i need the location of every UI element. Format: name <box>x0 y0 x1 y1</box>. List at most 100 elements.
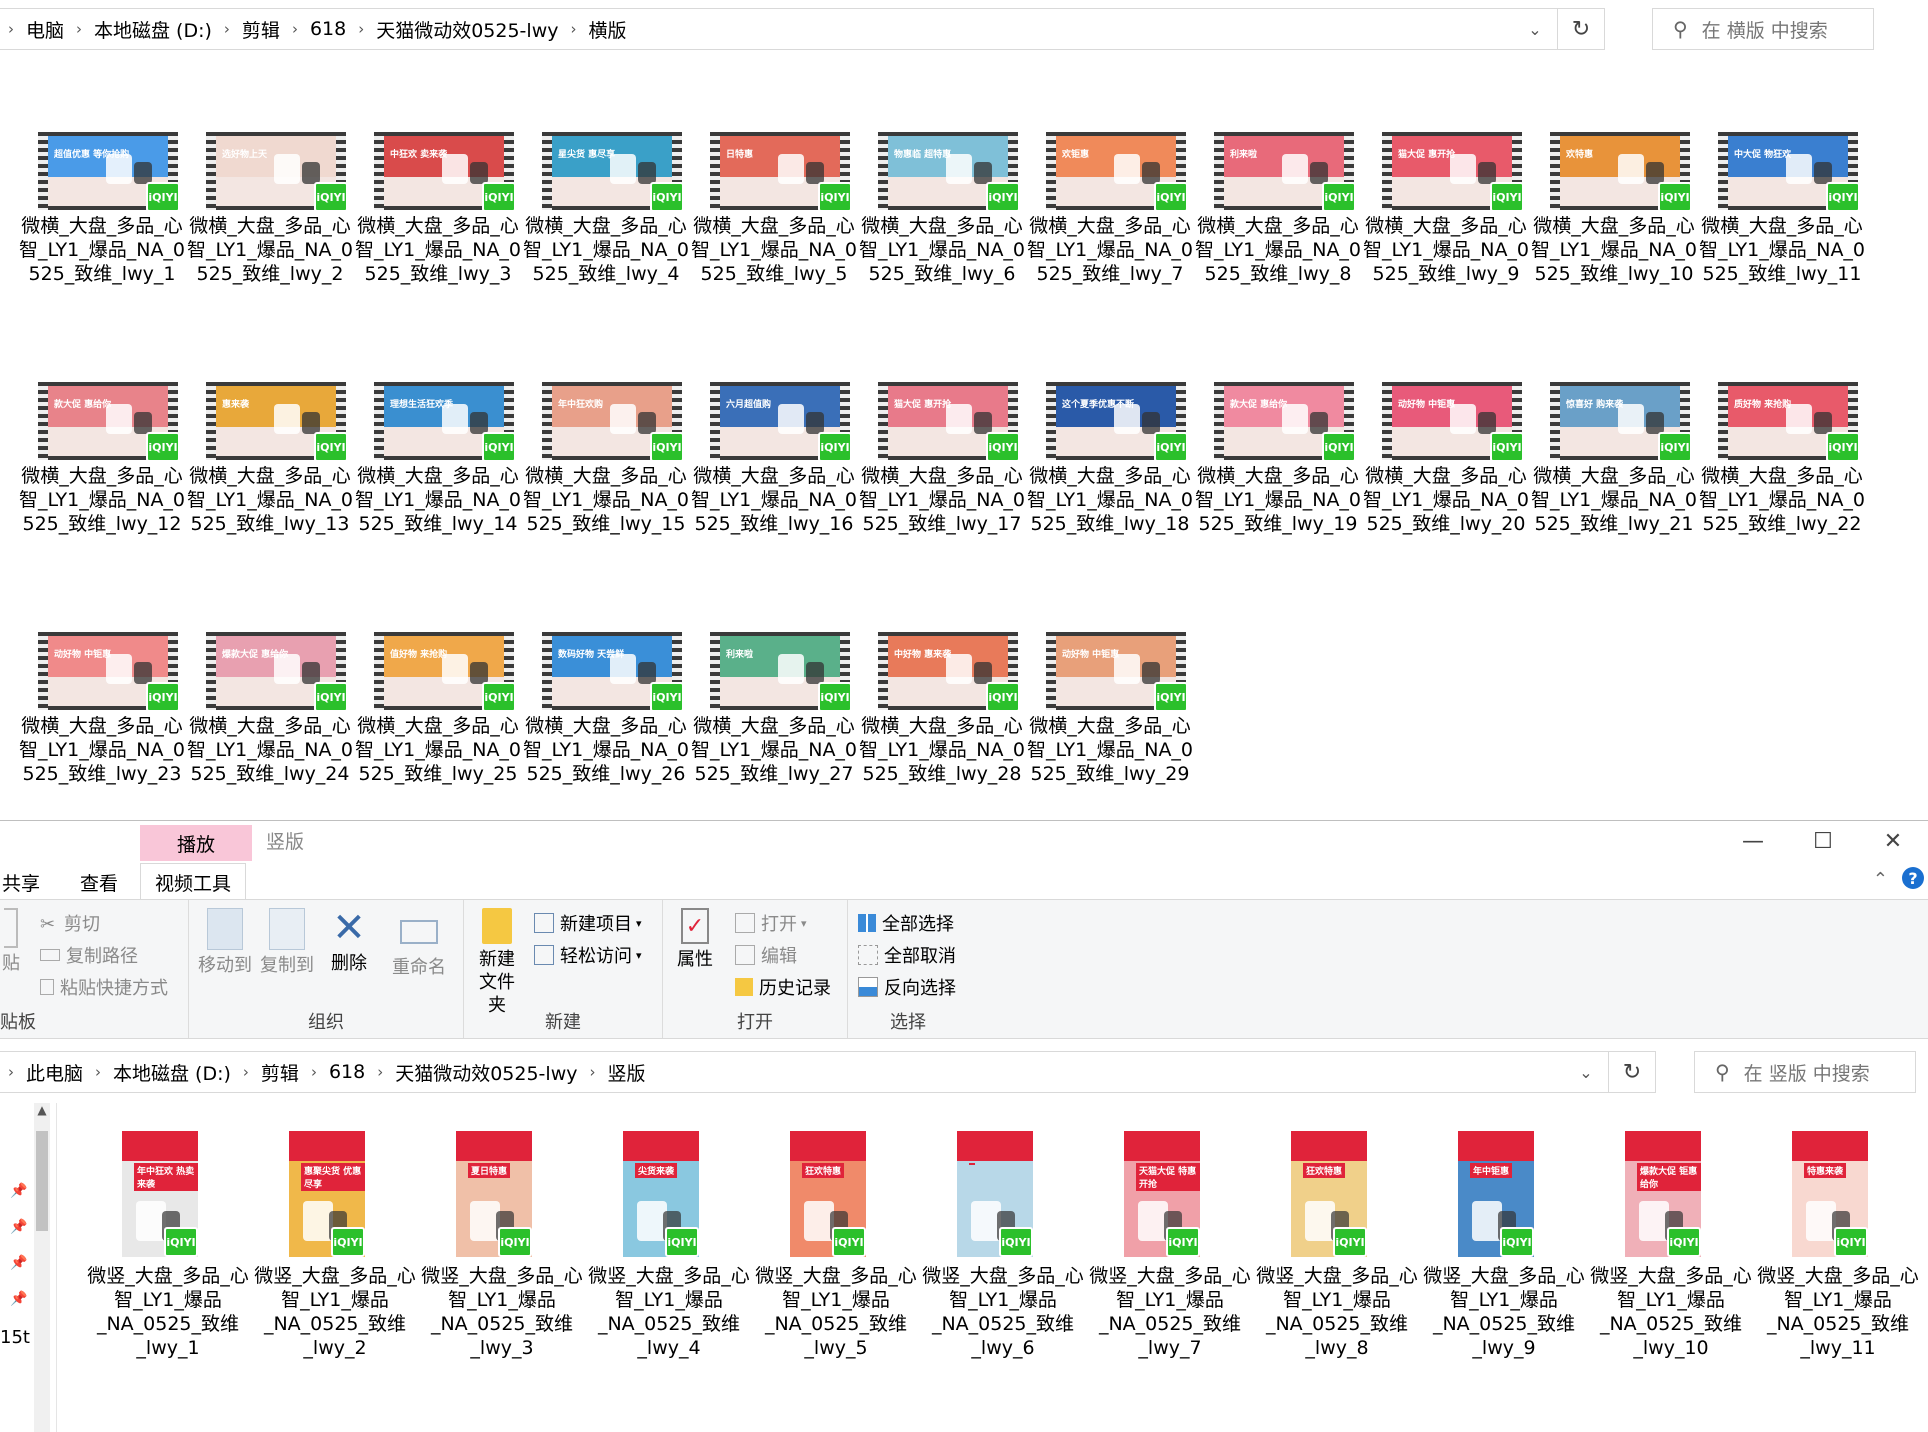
search-input[interactable]: ⚲ 在 竖版 中搜索 <box>1694 1051 1916 1093</box>
thumbnail-caption: 惠来袭 <box>222 400 250 410</box>
search-input[interactable]: ⚲ 在 横版 中搜索 <box>1652 8 1874 50</box>
video-thumbnail: 选好物上天 iQIYI <box>206 132 346 210</box>
copy-to-label: 复制到 <box>260 955 314 976</box>
chevron-down-icon[interactable]: ⌄ <box>1564 1063 1608 1082</box>
pin-icon: 📌 <box>10 1255 28 1271</box>
refresh-icon[interactable]: ↻ <box>1557 8 1604 50</box>
iqiyi-icon: iQIYI <box>1490 432 1522 460</box>
breadcrumb-item[interactable]: 618 <box>304 18 352 40</box>
breadcrumb-item[interactable]: 618 <box>323 1061 371 1083</box>
breadcrumb-item[interactable]: 天猫微动效0525-lwy <box>370 16 564 43</box>
film-strip-icon <box>374 132 384 210</box>
invert-selection-button[interactable]: 反向选择 <box>858 974 956 1000</box>
file-name: 微横_大盘_多品_心智_LY1_爆品_NA_0525_致维_lwy_8 <box>1194 215 1362 285</box>
breadcrumb-separator-icon[interactable]: › <box>305 1063 323 1081</box>
thumbnail-caption: 物惠临 超特惠 <box>894 150 952 160</box>
tab-view[interactable]: 查看 <box>80 869 118 896</box>
breadcrumb-separator-icon[interactable]: › <box>237 1063 255 1081</box>
tab-share[interactable]: 共享 <box>2 869 40 896</box>
breadcrumb-item[interactable]: 此电脑 <box>20 1059 89 1086</box>
breadcrumb-item[interactable]: 天猫微动效0525-lwy <box>389 1059 583 1086</box>
iqiyi-icon: iQIYI <box>331 1227 365 1257</box>
new-group: 新建 文件夹 新建项目 ▾ 轻松访问 ▾ 新建 <box>464 900 663 1038</box>
delete-button[interactable]: ✕ 删除 <box>329 908 369 975</box>
breadcrumb-separator-icon[interactable]: › <box>2 1063 20 1081</box>
breadcrumb: › 电脑 › 本地磁盘 (D:) › 剪辑 › 618 › 天猫微动效0525-lwy › 横版 <box>0 16 1513 43</box>
edit-button[interactable]: 编辑 <box>735 942 797 968</box>
breadcrumb-item[interactable]: 剪辑 <box>255 1059 305 1086</box>
refresh-icon[interactable]: ↻ <box>1608 1051 1655 1093</box>
file-name: 微横_大盘_多品_心智_LY1_爆品_NA_0525_致维_lwy_1 <box>18 215 186 285</box>
dropdown-arrow-icon: ▾ <box>636 948 642 962</box>
chevron-up-icon[interactable]: ⌃ <box>1873 869 1888 890</box>
thumbnail-caption: 狂欢特惠 <box>802 1163 845 1178</box>
thumbnail-caption: 款大促 惠给你 <box>54 400 112 410</box>
thumbnail-caption: 欢钜惠 <box>1062 150 1090 160</box>
breadcrumb-separator-icon[interactable]: › <box>371 1063 389 1081</box>
breadcrumb-item[interactable]: 电脑 <box>20 16 70 43</box>
address-bar[interactable]: › 此电脑 › 本地磁盘 (D:) › 剪辑 › 618 › 天猫微动效0525-lwy › 竖版 ⌄… <box>0 1051 1656 1093</box>
iqiyi-icon: iQIYI <box>314 682 346 710</box>
edit-icon <box>735 945 755 965</box>
breadcrumb-item[interactable]: 竖版 <box>601 1059 651 1086</box>
thumbnail-caption: 惊喜好 购来袭 <box>1566 400 1624 410</box>
new-folder-button[interactable]: 新建 文件夹 <box>472 908 522 1017</box>
new-folder-label-1: 新建 <box>479 949 515 970</box>
file-name: 微横_大盘_多品_心智_LY1_爆品_NA_0525_致维_lwy_16 <box>690 465 858 535</box>
move-to-icon <box>207 908 243 950</box>
search-icon: ⚲ <box>1673 17 1688 41</box>
breadcrumb-separator-icon[interactable]: › <box>218 20 236 38</box>
thumbnail-caption: 动好物 中钜惠 <box>1398 400 1456 410</box>
nav-item-partial[interactable]: 15t <box>0 1327 30 1348</box>
file-name: 微竖_大盘_多品_心智_LY1_爆品_NA_0525_致维_lwy_9 <box>1423 1265 1585 1359</box>
breadcrumb-separator-icon[interactable]: › <box>89 1063 107 1081</box>
tab-video-tools[interactable]: 视频工具 <box>140 863 247 900</box>
history-button[interactable]: 历史记录 <box>735 974 831 1000</box>
breadcrumb-separator-icon[interactable]: › <box>564 20 582 38</box>
breadcrumb-separator-icon[interactable]: › <box>2 20 20 38</box>
new-item-button[interactable]: 新建项目 ▾ <box>534 910 642 936</box>
video-thumbnail: 尖货来袭 iQIYI <box>623 1131 699 1257</box>
paste-shortcut-button[interactable]: 粘贴快捷方式 <box>40 974 168 1000</box>
breadcrumb-separator-icon[interactable]: › <box>352 20 370 38</box>
breadcrumb-separator-icon[interactable]: › <box>583 1063 601 1081</box>
maximize-button[interactable]: ☐ <box>1788 821 1858 861</box>
move-to-button[interactable]: 移动到 <box>195 908 255 977</box>
breadcrumb-item[interactable]: 横版 <box>582 16 632 43</box>
iqiyi-icon: iQIYI <box>482 182 514 210</box>
help-icon[interactable]: ? <box>1902 867 1924 889</box>
video-thumbnail: 年中狂欢购 iQIYI <box>542 382 682 460</box>
scroll-up-arrow-icon[interactable]: ▲ <box>34 1103 50 1117</box>
copy-to-icon <box>269 908 305 950</box>
address-bar[interactable]: › 电脑 › 本地磁盘 (D:) › 剪辑 › 618 › 天猫微动效0525-lwy › 横版 ⌄ … <box>0 8 1605 50</box>
scrollbar-thumb[interactable] <box>36 1131 48 1231</box>
easy-access-button[interactable]: 轻松访问 ▾ <box>534 942 642 968</box>
properties-button[interactable]: ✓ 属性 <box>673 908 717 971</box>
breadcrumb-separator-icon[interactable]: › <box>286 20 304 38</box>
copy-to-button[interactable]: 复制到 <box>257 908 317 977</box>
open-button[interactable]: 打开 ▾ <box>735 910 807 936</box>
select-none-button[interactable]: 全部取消 <box>858 942 956 968</box>
file-name: 微横_大盘_多品_心智_LY1_爆品_NA_0525_致维_lwy_23 <box>18 715 186 785</box>
video-thumbnail: 夏日特惠 iQIYI <box>456 1131 532 1257</box>
breadcrumb-separator-icon[interactable]: › <box>70 20 88 38</box>
cut-button[interactable]: ✂ 剪切 <box>40 910 100 936</box>
copy-path-button[interactable]: 复制路径 <box>40 942 138 968</box>
dropdown-arrow-icon: ▾ <box>801 916 807 930</box>
rename-button[interactable]: 重命名 <box>389 908 449 979</box>
iqiyi-icon: iQIYI <box>650 432 682 460</box>
paste-button[interactable]: 贴 <box>0 908 22 975</box>
close-button[interactable]: ✕ <box>1858 821 1928 861</box>
video-thumbnail: 款大促 惠给你 iQIYI <box>38 382 178 460</box>
tab-play-context[interactable]: 播放 <box>140 825 252 861</box>
breadcrumb-item[interactable]: 剪辑 <box>236 16 286 43</box>
thumbnail-caption: 理想生活狂欢季 <box>390 400 454 410</box>
vertical-scrollbar[interactable]: ▲ <box>34 1103 50 1432</box>
breadcrumb-item[interactable]: 本地磁盘 (D:) <box>107 1059 237 1086</box>
minimize-button[interactable]: — <box>1718 821 1788 861</box>
chevron-down-icon[interactable]: ⌄ <box>1513 20 1557 39</box>
select-all-button[interactable]: 全部选择 <box>858 910 954 936</box>
breadcrumb-item[interactable]: 本地磁盘 (D:) <box>88 16 218 43</box>
thumbnail-caption: 动好物 中钜惠 <box>1062 650 1120 660</box>
checkmark-icon: ✓ <box>681 908 709 944</box>
